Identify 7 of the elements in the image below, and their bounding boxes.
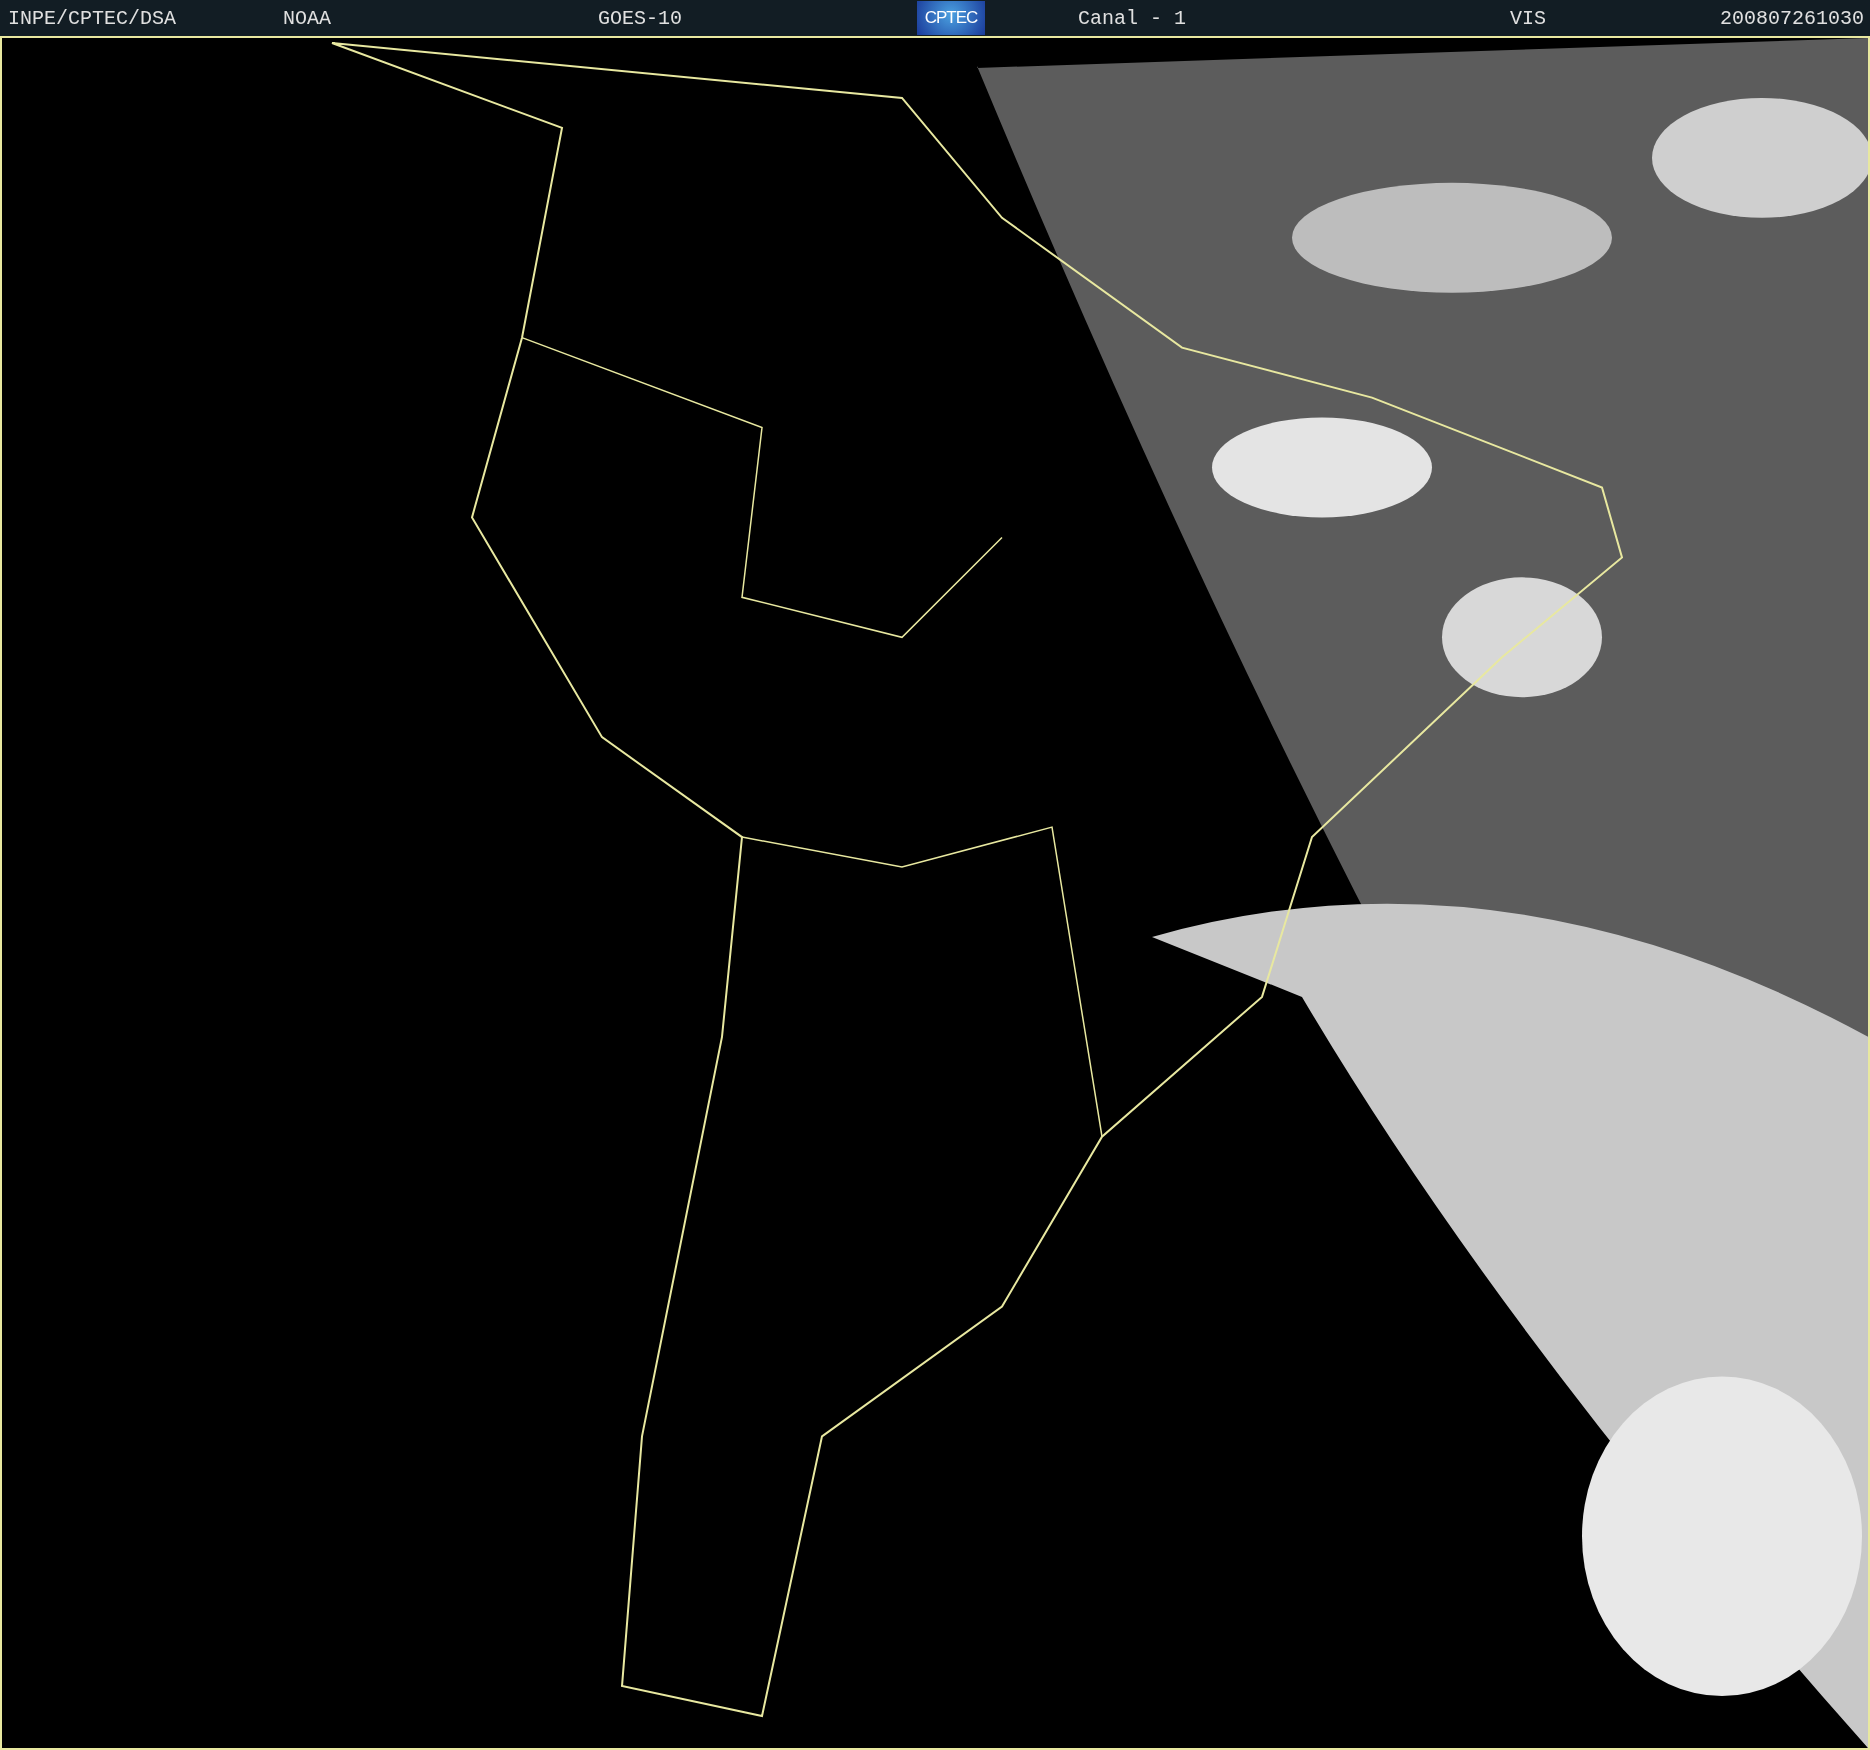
logo: CPTEC bbox=[917, 1, 985, 35]
header-label: NOAA bbox=[283, 6, 331, 30]
header-label: 200807261030 bbox=[1719, 6, 1866, 30]
header-label: Canal - 1 bbox=[1077, 6, 1187, 30]
header-label: VIS bbox=[1510, 6, 1546, 30]
header-label: GOES-10 bbox=[598, 6, 682, 30]
header-label: INPE/CPTEC/DSA bbox=[7, 6, 177, 30]
